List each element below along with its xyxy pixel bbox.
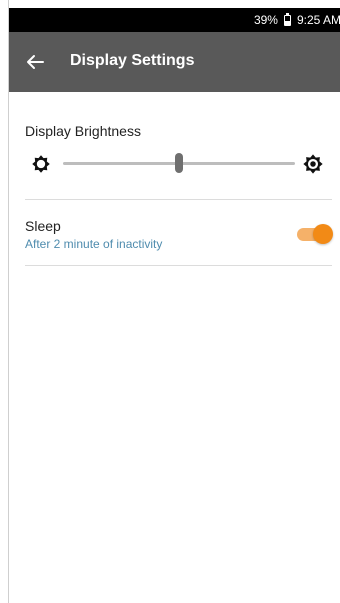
arrow-left-icon (27, 55, 44, 69)
page-title: Display Settings (70, 52, 195, 69)
brightness-slider-thumb[interactable] (175, 153, 183, 173)
sleep-title: Sleep (25, 218, 61, 234)
settings-screen: 39% 9:25 AM Display Settings Display Bri… (8, 0, 340, 603)
sleep-setting[interactable]: Sleep After 2 minute of inactivity (9, 212, 340, 256)
brightness-low-icon (32, 155, 50, 173)
toggle-knob (313, 224, 333, 244)
clock-time: 9:25 AM (296, 13, 340, 27)
battery-percentage: 39% (253, 13, 278, 27)
brightness-control (9, 150, 340, 178)
app-bar: Display Settings (9, 32, 340, 92)
battery-icon (283, 12, 291, 26)
sleep-subtitle: After 2 minute of inactivity (25, 237, 163, 251)
sleep-toggle[interactable] (297, 223, 333, 245)
status-bar: 39% 9:25 AM (9, 8, 340, 32)
back-button[interactable] (23, 50, 47, 74)
brightness-label: Display Brightness (25, 123, 141, 139)
divider (25, 265, 332, 266)
status-indicators: 39% 9:25 AM (253, 12, 340, 27)
divider (25, 199, 332, 200)
brightness-high-icon (303, 154, 323, 174)
brightness-slider[interactable] (63, 153, 295, 173)
